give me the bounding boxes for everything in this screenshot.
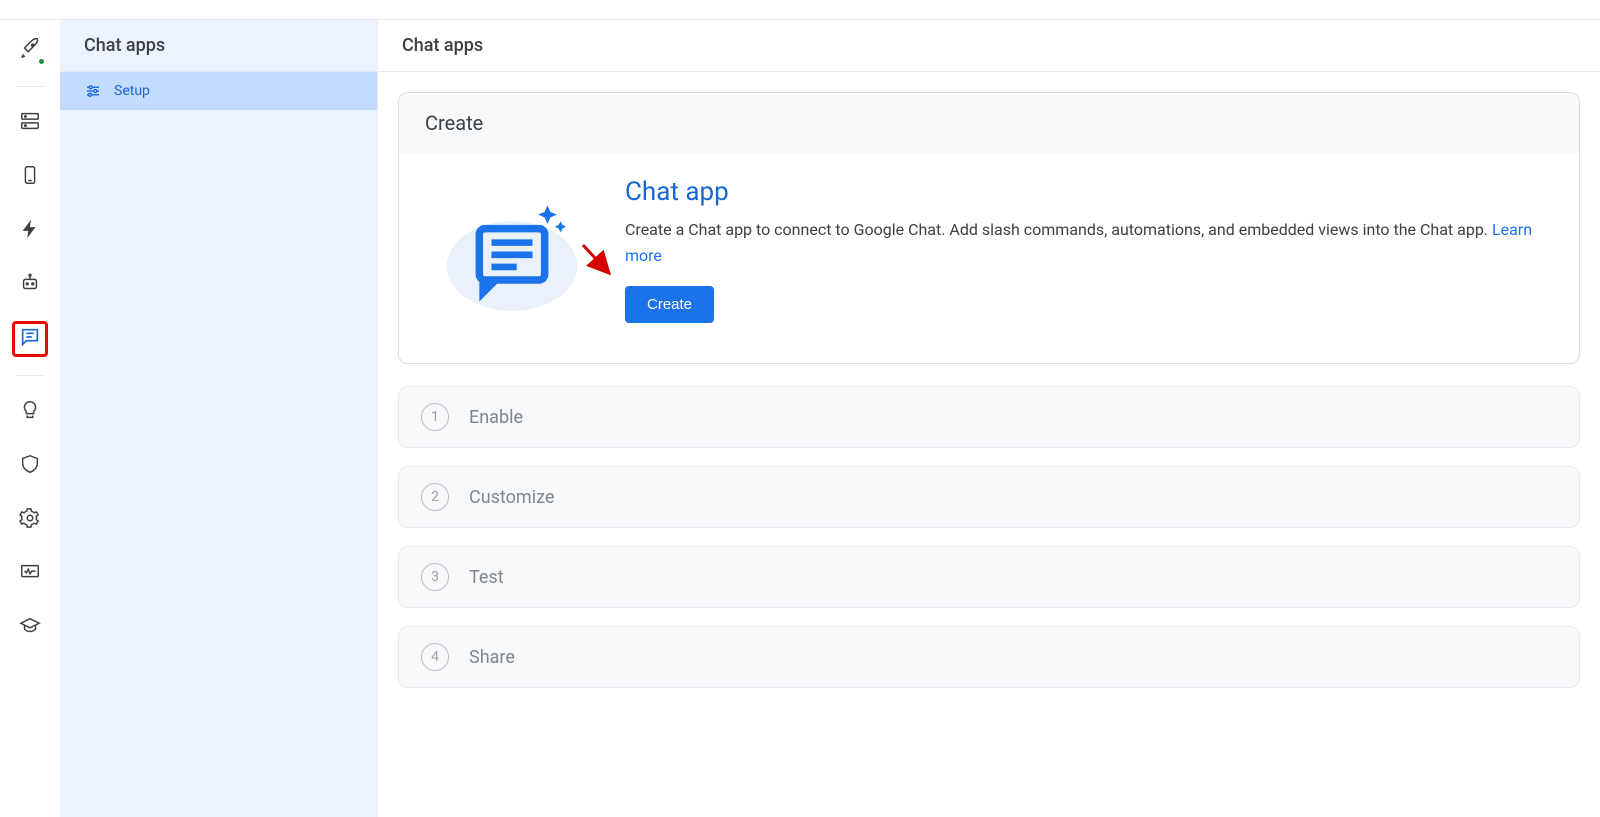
rail-item-bulb[interactable] bbox=[12, 394, 48, 430]
panel-title: Chat apps bbox=[60, 20, 377, 72]
grad-cap-icon bbox=[19, 615, 41, 641]
rail-separator bbox=[16, 86, 44, 87]
create-card-title: Chat app bbox=[625, 177, 1551, 207]
rail-item-server[interactable] bbox=[12, 105, 48, 141]
step-label: Test bbox=[469, 567, 504, 588]
step-label: Share bbox=[469, 647, 515, 668]
panel-item-label: Setup bbox=[114, 83, 150, 99]
step-number: 4 bbox=[421, 643, 449, 671]
step-number: 2 bbox=[421, 483, 449, 511]
main: Chat apps Create bbox=[378, 20, 1600, 817]
create-card-description-text: Create a Chat app to connect to Google C… bbox=[625, 220, 1492, 239]
rail-item-robot[interactable] bbox=[12, 267, 48, 303]
rail-item-bolt[interactable] bbox=[12, 213, 48, 249]
create-button[interactable]: Create bbox=[625, 286, 714, 323]
icon-rail bbox=[0, 20, 60, 817]
shield-icon bbox=[19, 453, 41, 479]
step-share[interactable]: 4 Share bbox=[398, 626, 1580, 688]
step-label: Enable bbox=[469, 407, 523, 428]
robot-icon bbox=[19, 272, 41, 298]
secondary-panel: Chat apps Setup bbox=[60, 20, 378, 817]
chat-illustration bbox=[427, 177, 597, 327]
panel-list: Setup bbox=[60, 72, 377, 110]
gear-icon bbox=[19, 507, 41, 533]
server-icon bbox=[19, 110, 41, 136]
step-customize[interactable]: 2 Customize bbox=[398, 466, 1580, 528]
step-enable[interactable]: 1 Enable bbox=[398, 386, 1580, 448]
bulb-icon bbox=[19, 399, 41, 425]
panel-item-setup[interactable]: Setup bbox=[60, 72, 377, 110]
mobile-icon bbox=[19, 164, 41, 190]
status-dot-icon bbox=[37, 57, 46, 66]
create-card: Create bbox=[398, 92, 1580, 364]
monitor-icon bbox=[19, 561, 41, 587]
chat-icon bbox=[19, 326, 41, 352]
main-body: Create bbox=[378, 72, 1600, 708]
create-card-content: Chat app Create a Chat app to connect to… bbox=[625, 177, 1551, 323]
create-card-description: Create a Chat app to connect to Google C… bbox=[625, 217, 1551, 268]
step-label: Customize bbox=[469, 487, 554, 508]
rail-item-mobile[interactable] bbox=[12, 159, 48, 195]
rail-item-getting-started[interactable] bbox=[12, 32, 48, 68]
rail-item-settings[interactable] bbox=[12, 502, 48, 538]
step-number: 1 bbox=[421, 403, 449, 431]
rail-item-shield[interactable] bbox=[12, 448, 48, 484]
rail-separator bbox=[16, 375, 44, 376]
top-spacer bbox=[0, 0, 1600, 20]
step-number: 3 bbox=[421, 563, 449, 591]
rail-item-monitor[interactable] bbox=[12, 556, 48, 592]
rail-item-learn[interactable] bbox=[12, 610, 48, 646]
step-test[interactable]: 3 Test bbox=[398, 546, 1580, 608]
tune-icon bbox=[84, 82, 102, 100]
bolt-icon bbox=[19, 218, 41, 244]
steps-list: 1 Enable 2 Customize 3 Test 4 Share bbox=[398, 386, 1580, 688]
app-layout: Chat apps Setup Chat apps Create bbox=[0, 20, 1600, 817]
page-title: Chat apps bbox=[378, 20, 1600, 72]
rail-item-chat[interactable] bbox=[12, 321, 48, 357]
create-card-header: Create bbox=[399, 93, 1579, 153]
